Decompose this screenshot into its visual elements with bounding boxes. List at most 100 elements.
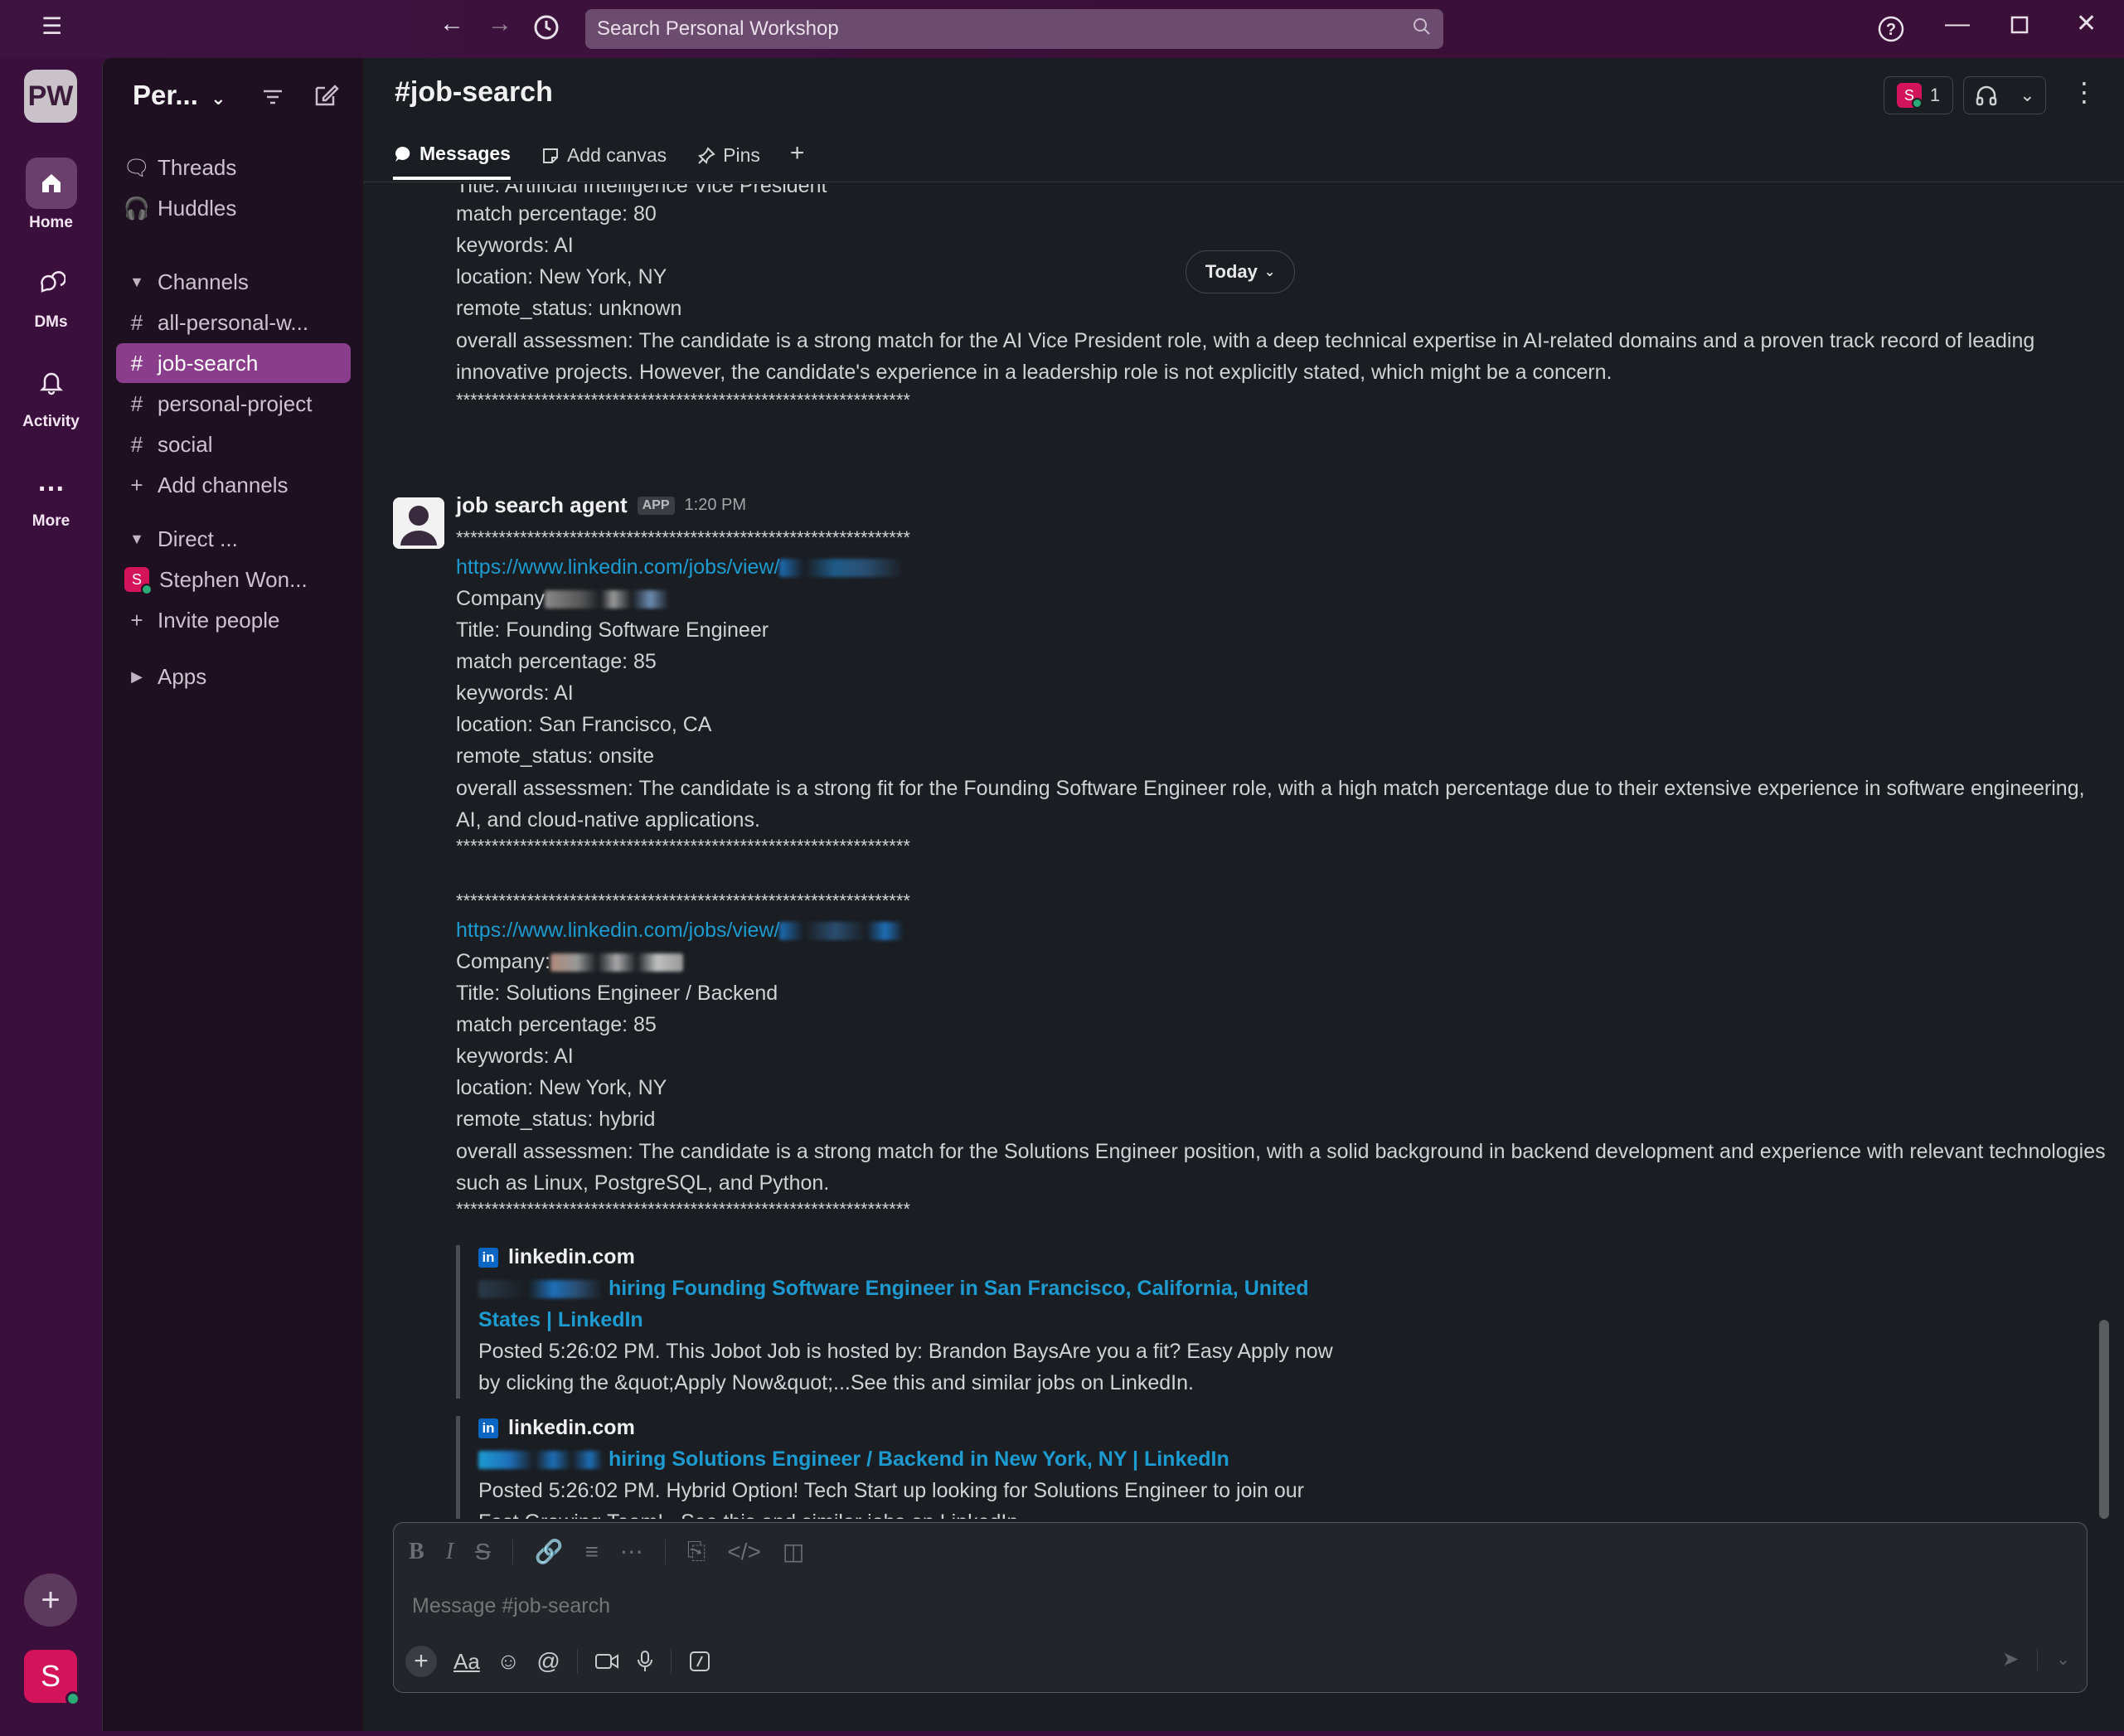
italic-icon[interactable]: I xyxy=(446,1539,453,1565)
hamburger-menu-icon[interactable]: ☰ xyxy=(41,15,62,38)
sidebar-item-job-search[interactable]: # job-search xyxy=(116,343,351,383)
sidebar-item-label: job-search xyxy=(158,350,259,376)
more-options-icon[interactable]: ⋮ xyxy=(2071,76,2097,108)
minimize-window-icon[interactable]: — xyxy=(1945,12,1970,36)
preview-title[interactable]: hiring Solutions Engineer / Backend in N… xyxy=(478,1443,1335,1475)
preview-title[interactable]: hiring Founding Software Engineer in San… xyxy=(478,1273,1335,1336)
preview-site-name: linkedin.com xyxy=(508,1416,635,1439)
formatting-toolbar: B I S 🔗 ≡ ⋯ ⎘ </> ◫ xyxy=(409,1538,804,1565)
code-block-icon[interactable]: ◫ xyxy=(783,1538,804,1565)
date-divider[interactable]: Today ⌄ xyxy=(1186,250,1295,293)
sender-name[interactable]: job search agent xyxy=(456,492,628,518)
ordered-list-icon[interactable]: ≡ xyxy=(585,1539,599,1565)
message-timestamp[interactable]: 1:20 PM xyxy=(685,496,746,515)
rail-more[interactable]: … More xyxy=(0,456,102,531)
chevron-down-icon: ⌄ xyxy=(211,88,226,109)
back-arrow-icon[interactable]: ← xyxy=(439,12,464,36)
job1-assessment: overall assessmen: The candidate is a st… xyxy=(456,777,2085,832)
section-label: Direct ... xyxy=(158,526,238,551)
close-window-icon[interactable]: ✕ xyxy=(2076,12,2097,36)
preview-description: Posted 5:26:02 PM. Hybrid Option! Tech S… xyxy=(478,1479,1304,1519)
members-button[interactable]: S 1 xyxy=(1884,76,1953,114)
help-icon[interactable]: ? xyxy=(1877,15,1905,43)
rail-dms-label: DMs xyxy=(34,313,68,331)
rail-home[interactable]: Home xyxy=(0,158,102,232)
sidebar-item-dm-stephen[interactable]: S Stephen Won... xyxy=(116,560,351,599)
video-clip-icon[interactable] xyxy=(594,1651,619,1671)
sidebar-item-label: all-personal-w... xyxy=(158,309,309,335)
tab-pins[interactable]: Pins xyxy=(696,143,760,180)
sidebar-item-social[interactable]: # social xyxy=(116,424,351,464)
workspace-avatar[interactable]: PW xyxy=(24,70,77,123)
channel-title[interactable]: #job-search xyxy=(395,76,553,109)
rail-home-label: Home xyxy=(29,214,73,231)
toolbar-divider xyxy=(664,1539,666,1564)
job1-link[interactable]: https://www.linkedin.com/jobs/view/ xyxy=(456,555,779,579)
tab-add-canvas[interactable]: Add canvas xyxy=(541,143,667,180)
attach-plus-icon[interactable]: + xyxy=(405,1646,437,1677)
rail-dms[interactable]: DMs xyxy=(0,257,102,332)
job2-remote: remote_status: hybrid xyxy=(456,1108,656,1131)
more-dots-icon: … xyxy=(36,465,65,497)
chevron-down-icon: ⌄ xyxy=(1263,265,1276,279)
chevron-down-icon[interactable]: ⌄ xyxy=(2056,1649,2070,1670)
invite-people-button[interactable]: + Invite people xyxy=(116,600,351,640)
strikethrough-icon[interactable]: S xyxy=(475,1539,491,1565)
sidebar-item-huddles[interactable]: 🎧 Huddles xyxy=(116,188,351,228)
bold-icon[interactable]: B xyxy=(409,1539,424,1565)
add-workspace-button[interactable]: + xyxy=(24,1574,77,1627)
chevron-down-icon[interactable]: ⌄ xyxy=(2020,85,2034,106)
huddle-button[interactable]: ⌄ xyxy=(1963,76,2046,114)
sidebar-item-threads[interactable]: 🗨 Threads xyxy=(116,148,351,187)
channel-title-text: job-search xyxy=(410,76,553,108)
headphones-icon xyxy=(1974,83,1999,108)
direct-section-header[interactable]: ▼ Direct ... xyxy=(116,519,351,559)
forward-arrow-icon[interactable]: → xyxy=(487,12,512,36)
hash-icon: # xyxy=(130,390,143,416)
bulleted-list-icon[interactable]: ⋯ xyxy=(620,1538,643,1565)
add-tab-button[interactable]: + xyxy=(790,138,805,180)
scrollbar-thumb[interactable] xyxy=(2099,1320,2109,1519)
sidebar-item-all-personal[interactable]: # all-personal-w... xyxy=(116,303,351,342)
job1-title: Title: Founding Software Engineer xyxy=(456,618,769,642)
history-clock-icon[interactable] xyxy=(532,13,560,41)
prev-separator: ****************************************… xyxy=(456,390,910,410)
slash-command-icon[interactable] xyxy=(688,1650,711,1673)
prev-match: match percentage: 80 xyxy=(456,202,657,225)
sidebar-item-personal-project[interactable]: # personal-project xyxy=(116,384,351,424)
member-count: 1 xyxy=(1929,85,1941,105)
filter-icon[interactable] xyxy=(260,85,285,109)
sender-avatar[interactable] xyxy=(393,497,444,549)
rail-activity-label: Activity xyxy=(22,413,80,430)
rail-activity[interactable]: Activity xyxy=(0,356,102,431)
link-preview-2[interactable]: in linkedin.com hiring Solutions Enginee… xyxy=(456,1416,1335,1519)
plus-icon: + xyxy=(130,607,143,633)
microphone-icon[interactable] xyxy=(636,1650,654,1673)
mention-icon[interactable]: @ xyxy=(536,1648,560,1675)
emoji-icon[interactable]: ☺ xyxy=(497,1648,521,1675)
add-channels-button[interactable]: + Add channels xyxy=(116,465,351,505)
message-input[interactable] xyxy=(412,1594,1987,1618)
user-avatar[interactable]: S xyxy=(24,1650,80,1706)
job1-remote: remote_status: onsite xyxy=(456,744,655,768)
apps-section-header[interactable]: ▶ Apps xyxy=(116,657,351,696)
plus-icon: + xyxy=(130,472,143,497)
link-icon[interactable]: 🔗 xyxy=(535,1538,564,1565)
compose-icon[interactable] xyxy=(312,81,340,109)
blockquote-icon[interactable]: ⎘ xyxy=(687,1538,706,1565)
message-list: Title: Artificial Intelligence Vice Pres… xyxy=(363,184,2124,1519)
job1-location: location: San Francisco, CA xyxy=(456,713,712,736)
redacted-company xyxy=(545,590,669,609)
search-input[interactable]: Search Personal Workshop xyxy=(585,9,1443,49)
link-preview-1[interactable]: in linkedin.com hiring Founding Software… xyxy=(456,1245,1335,1399)
job2-link[interactable]: https://www.linkedin.com/jobs/view/ xyxy=(456,919,779,942)
channel-sidebar: Per... ⌄ 🗨 Threads 🎧 Huddles ▼ Channels … xyxy=(102,58,363,1731)
code-icon[interactable]: </> xyxy=(727,1539,760,1565)
format-toggle-icon[interactable]: Aa xyxy=(453,1649,480,1675)
maximize-window-icon[interactable] xyxy=(2010,15,2029,35)
channels-section-header[interactable]: ▼ Channels xyxy=(116,262,351,302)
send-icon[interactable]: ➤ xyxy=(2002,1647,2019,1671)
workspace-name[interactable]: Per... ⌄ xyxy=(133,80,226,111)
job2-assessment: overall assessmen: The candidate is a st… xyxy=(456,1140,2106,1195)
tab-messages[interactable]: Messages xyxy=(393,143,511,180)
